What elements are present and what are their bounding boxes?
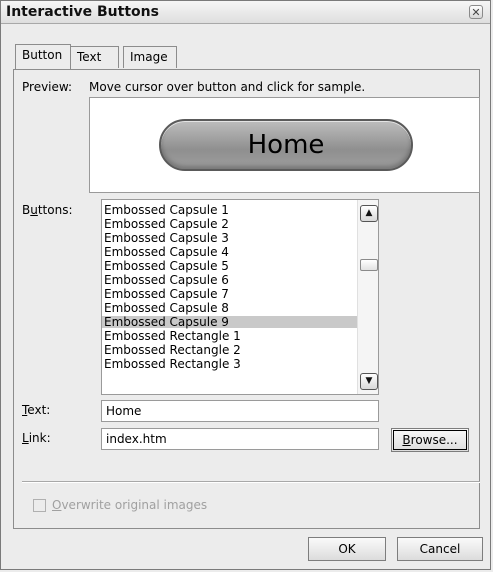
- ok-button[interactable]: OK: [308, 537, 386, 561]
- list-item[interactable]: Embossed Capsule 8: [102, 302, 358, 314]
- title-bar[interactable]: Interactive Buttons ✕: [1, 1, 490, 24]
- scroll-up-button[interactable]: ▲: [360, 205, 378, 222]
- text-label: Text:: [22, 403, 51, 417]
- separator: [22, 481, 480, 483]
- preview-area[interactable]: Home: [89, 97, 480, 193]
- text-input[interactable]: Home: [101, 400, 379, 422]
- preview-hint: Move cursor over button and click for sa…: [89, 80, 366, 94]
- list-item[interactable]: Embossed Capsule 5: [102, 260, 358, 272]
- tab-text[interactable]: Text: [70, 46, 119, 68]
- list-item[interactable]: Embossed Capsule 3: [102, 232, 358, 244]
- link-input[interactable]: index.htm: [101, 428, 379, 450]
- tab-button[interactable]: Button: [15, 44, 71, 69]
- tab-button-label: Button: [22, 48, 63, 62]
- list-item[interactable]: Embossed Capsule 4: [102, 246, 358, 258]
- list-item[interactable]: Embossed Capsule 7: [102, 288, 358, 300]
- buttons-listbox[interactable]: Embossed Capsule 1 Embossed Capsule 2 Em…: [101, 199, 379, 395]
- overwrite-checkbox[interactable]: [33, 499, 46, 512]
- tab-image-label: Image: [130, 50, 168, 64]
- close-button[interactable]: ✕: [469, 5, 483, 19]
- tab-image[interactable]: Image: [123, 46, 177, 68]
- list-item[interactable]: Embossed Capsule 1: [102, 204, 358, 216]
- tab-text-label: Text: [77, 50, 102, 64]
- list-item[interactable]: Embossed Rectangle 2: [102, 344, 358, 356]
- scroll-down-button[interactable]: ▼: [360, 373, 378, 390]
- list-item[interactable]: Embossed Capsule 2: [102, 218, 358, 230]
- scroll-thumb[interactable]: [360, 259, 378, 271]
- list-item[interactable]: Embossed Capsule 6: [102, 274, 358, 286]
- overwrite-label: Overwrite original images: [52, 498, 208, 512]
- list-item-selected[interactable]: Embossed Capsule 9: [102, 316, 358, 328]
- chevron-up-icon: ▲: [365, 208, 373, 218]
- cancel-button[interactable]: Cancel: [397, 537, 483, 561]
- preview-sample-button[interactable]: Home: [159, 119, 413, 171]
- list-item[interactable]: Embossed Rectangle 1: [102, 330, 358, 342]
- browse-button[interactable]: Browse...: [391, 428, 469, 452]
- buttons-list-scrollbar[interactable]: ▲ ▼: [357, 200, 378, 394]
- chevron-down-icon: ▼: [365, 376, 373, 386]
- link-label: Link:: [22, 431, 51, 445]
- list-item[interactable]: Embossed Rectangle 3: [102, 358, 358, 370]
- dialog-title: Interactive Buttons: [6, 4, 159, 20]
- buttons-label: Buttons:: [22, 203, 73, 217]
- preview-label: Preview:: [22, 80, 73, 94]
